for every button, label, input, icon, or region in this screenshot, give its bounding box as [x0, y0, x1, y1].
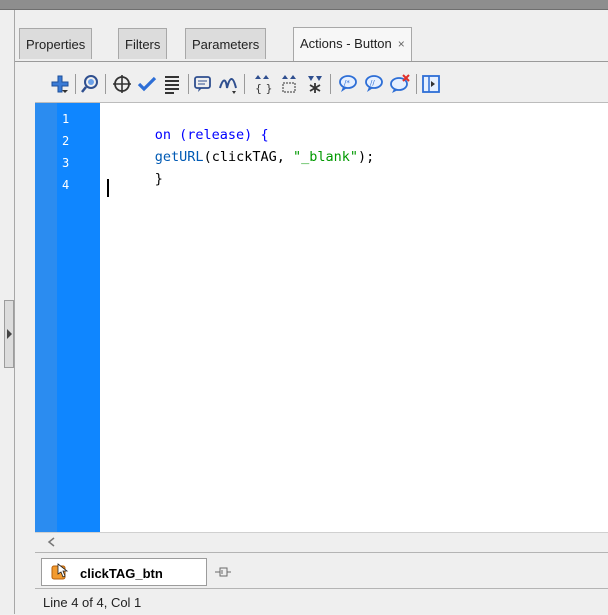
find-icon[interactable] [79, 73, 101, 95]
text-caret [107, 179, 109, 197]
code-token: (clickTAG, [203, 149, 293, 165]
close-icon[interactable]: × [398, 37, 405, 51]
remove-comment-icon[interactable] [389, 73, 411, 95]
script-tab-clicktag-btn[interactable]: clickTAG_btn [41, 558, 207, 586]
debug-options-icon[interactable] [217, 73, 239, 95]
tab-label: Actions - Button [300, 36, 392, 51]
toolbar-separator [105, 74, 106, 94]
svg-text://: // [370, 79, 375, 87]
toolbar-separator [244, 74, 245, 94]
script-tab-label: clickTAG_btn [80, 566, 163, 581]
apply-block-comment-icon[interactable]: /* [337, 73, 359, 95]
top-window-border [0, 0, 608, 10]
button-symbol-icon [51, 563, 69, 580]
actions-panel: Properties Filters Parameters Actions - … [14, 10, 608, 614]
collapse-between-braces-icon[interactable]: { } [251, 73, 273, 95]
svg-text:/*: /* [344, 79, 350, 87]
toolbar-separator [188, 74, 189, 94]
tab-parameters[interactable]: Parameters [185, 28, 267, 59]
panel-collapse-handle[interactable] [4, 300, 14, 368]
add-script-item-icon[interactable] [49, 73, 71, 95]
show-code-hint-icon[interactable] [192, 73, 214, 95]
script-editor[interactable]: 1 2 3 4 on (release) { getURL(clickTAG, … [35, 102, 608, 533]
breakpoint-gutter[interactable] [35, 103, 57, 533]
toolbar-separator [75, 74, 76, 94]
toolbar-separator [416, 74, 417, 94]
expand-all-icon[interactable] [304, 73, 326, 95]
collapse-selection-icon[interactable] [278, 73, 300, 95]
tab-label: Filters [125, 37, 161, 52]
actions-toolbar: { } /* // [15, 62, 608, 102]
code-token: ); [358, 149, 375, 165]
expand-arrow-icon [7, 329, 12, 339]
line-number: 2 [62, 134, 70, 148]
line-number-gutter: 1 2 3 4 [57, 103, 100, 533]
code-token: } [154, 171, 163, 187]
line-number: 3 [62, 156, 70, 170]
horizontal-scrollbar[interactable] [35, 532, 608, 553]
tab-actions-button[interactable]: Actions - Button × [293, 27, 412, 61]
tab-properties[interactable]: Properties [19, 28, 93, 59]
tab-filters[interactable]: Filters [118, 28, 168, 59]
code-token: "_blank" [292, 149, 358, 165]
panel-tab-bar: Properties Filters Parameters Actions - … [15, 27, 608, 62]
tab-label: Properties [26, 37, 86, 52]
check-syntax-icon[interactable] [136, 73, 158, 95]
tab-label: Parameters [192, 37, 260, 52]
auto-format-icon[interactable] [161, 73, 183, 95]
script-file-tab-bar: clickTAG_btn [35, 552, 608, 587]
svg-text:{ }: { } [255, 82, 272, 94]
show-hide-toolbox-icon[interactable] [420, 73, 442, 95]
cursor-position-status: Line 4 of 4, Col 1 [43, 595, 142, 610]
scroll-left-icon[interactable] [47, 537, 57, 547]
line-number: 1 [62, 112, 70, 126]
apply-line-comment-icon[interactable]: // [363, 73, 385, 95]
line-number: 4 [62, 178, 70, 192]
insert-target-path-icon[interactable] [111, 73, 133, 95]
pin-script-icon[interactable] [215, 566, 231, 578]
code-line[interactable]: } [106, 155, 163, 203]
toolbar-separator [330, 74, 331, 94]
status-bar: Line 4 of 4, Col 1 [35, 588, 608, 615]
